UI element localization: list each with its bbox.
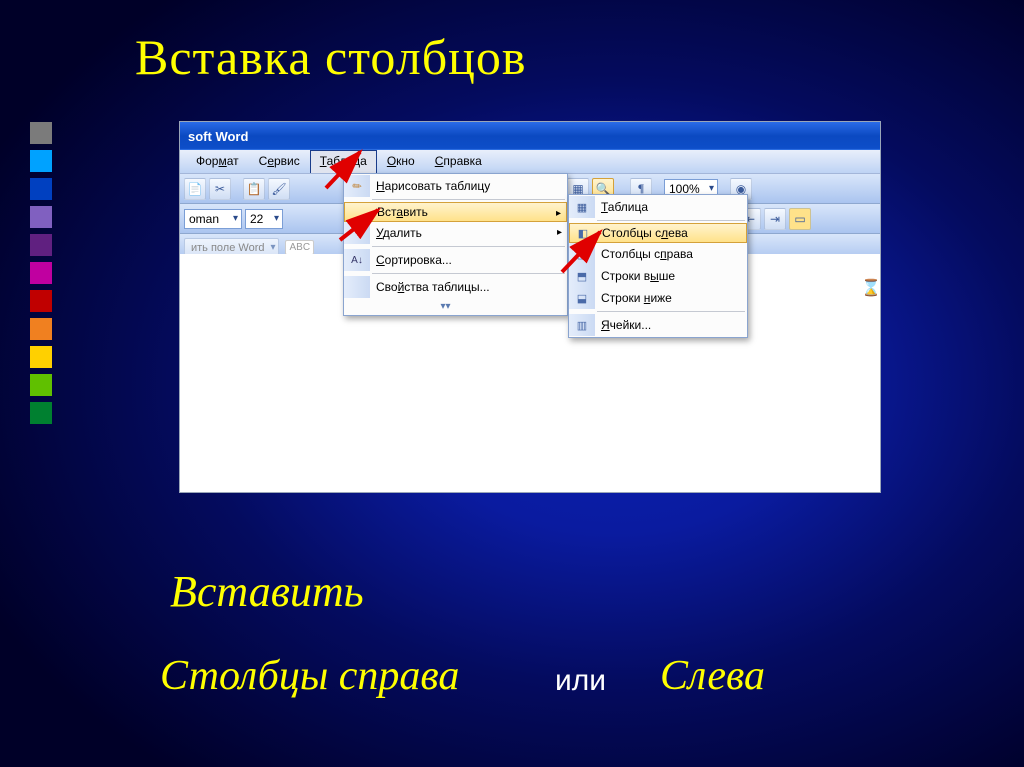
bullet: [30, 206, 52, 228]
bullet: [30, 150, 52, 172]
caption-or: или: [555, 664, 606, 698]
bullet: [30, 178, 52, 200]
bullet: [30, 402, 52, 424]
caption-insert: Вставить: [170, 566, 364, 617]
caption-cols-right: Столбцы справа: [160, 652, 459, 700]
bullet: [30, 374, 52, 396]
bullet: [30, 262, 52, 284]
annotation-arrows: [180, 122, 880, 492]
bullet: [30, 234, 52, 256]
word-screenshot: soft Word Формат Сервис Таблица Окно Спр…: [180, 122, 880, 492]
caption-left: Слева: [660, 652, 765, 700]
bullet: [30, 318, 52, 340]
bullet: [30, 122, 52, 144]
bullet: [30, 346, 52, 368]
bullet-strip: [30, 122, 52, 424]
bullet: [30, 290, 52, 312]
slide-title: Вставка столбцов: [135, 28, 527, 86]
